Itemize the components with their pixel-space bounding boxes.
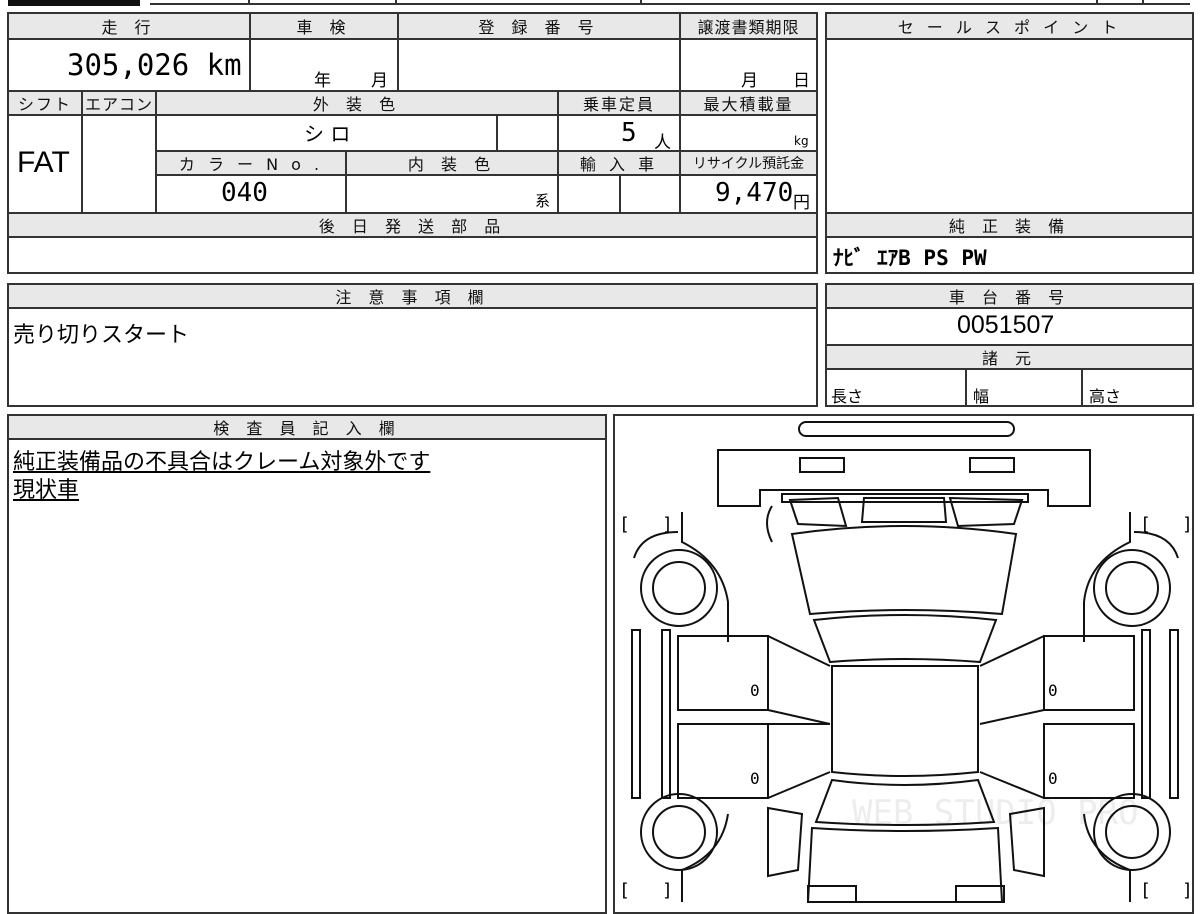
max-load-unit: kg	[794, 134, 809, 148]
exterior-color-value: シ ロ	[304, 122, 351, 146]
spec-height-label: 高さ	[1089, 387, 1122, 406]
car-body-diagram: 0 0 0 0 [ ] [ ] [ ] [ ] WEB STUDIO PRO	[619, 421, 1192, 903]
top-strip-tick	[1142, 0, 1144, 5]
sales-points-panel: セ ー ル ス ポ イ ン ト 純 正 装 備 ﾅﾋﾞ ｴｱB PS PW	[825, 12, 1194, 274]
color-no-header: カ ラ ー N o .	[157, 152, 345, 174]
later-parts-value	[9, 238, 816, 272]
door-mark-right-rear: 0	[1048, 769, 1058, 788]
inspector-note-line2: 現状車	[13, 478, 80, 503]
chassis-no-header: 車 台 番 号	[827, 285, 1192, 307]
inspection-year-label: 年	[314, 71, 331, 91]
inspector-panel: 検 査 員 記 入 欄 純正装備品の不具合はクレーム対象外です 現状車	[7, 414, 607, 914]
max-load-header: 最大積載量	[681, 92, 816, 114]
shift-header: シフト	[9, 92, 81, 114]
deadline-month-label: 月	[741, 71, 758, 91]
top-strip-tick	[1096, 0, 1098, 5]
capacity-value: 5	[621, 118, 637, 148]
bracket-left-top: [	[619, 514, 630, 535]
recycle-header: リサイクル預託金	[681, 152, 816, 174]
interior-color-suffix: 系	[535, 192, 551, 210]
bracket-left-top-b: [	[1140, 514, 1151, 535]
bracket-left-bottom-b: [	[1140, 880, 1151, 901]
door-mark-left-rear: 0	[750, 769, 760, 788]
registration-header: 登 録 番 号	[399, 14, 679, 38]
notes-value: 売り切りスタート	[13, 323, 190, 348]
sales-points-content	[827, 40, 1192, 212]
door-mark-left-front: 0	[750, 681, 760, 700]
recycle-unit: 円	[793, 193, 810, 213]
color-no-value: 040	[221, 178, 268, 208]
shift-value: FAT	[17, 146, 70, 179]
deadline-day-label: 日	[793, 71, 810, 91]
bracket-left-bottom: [	[619, 880, 630, 901]
vehicle-info-table: 走 行 車 検 登 録 番 号 譲渡書類期限 305,026 km 年 月 月 …	[7, 12, 818, 274]
import-header: 輸 入 車	[559, 152, 679, 174]
top-strip-tick	[248, 0, 250, 5]
bracket-right-top-b: ]	[1182, 514, 1192, 535]
inspection-month-label: 月	[371, 71, 388, 91]
aircon-header: エアコン	[83, 92, 155, 114]
genuine-equipment-header: 純 正 装 備	[827, 214, 1192, 236]
later-parts-header: 後 日 発 送 部 品	[9, 214, 816, 236]
notes-panel: 注 意 事 項 欄 売り切りスタート	[7, 283, 818, 407]
inspection-header: 車 検	[251, 14, 397, 38]
transfer-deadline-header: 譲渡書類期限	[681, 14, 816, 38]
mileage-header: 走 行	[9, 14, 249, 38]
inspector-header: 検 査 員 記 入 欄	[9, 416, 605, 438]
door-mark-right-front: 0	[1048, 681, 1058, 700]
bracket-right-bottom-a: ]	[662, 880, 673, 901]
car-diagram-panel: 0 0 0 0 [ ] [ ] [ ] [ ] WEB STUDIO PRO	[613, 414, 1194, 914]
spec-length-label: 長さ	[831, 387, 864, 406]
mileage-value: 305,026 km	[67, 48, 242, 82]
chassis-no-value: 0051507	[957, 311, 1055, 339]
spec-width-label: 幅	[973, 387, 990, 406]
chassis-panel: 車 台 番 号 0051507 諸 元 長さ 幅 高さ	[825, 283, 1194, 407]
watermark: WEB STUDIO PRO	[852, 793, 1139, 833]
interior-color-header: 内 装 色	[347, 152, 557, 174]
sales-points-header: セ ー ル ス ポ イ ン ト	[827, 14, 1192, 38]
notes-header: 注 意 事 項 欄	[9, 285, 816, 307]
bracket-right-top-a: ]	[662, 514, 673, 535]
top-strip-line	[150, 3, 1190, 5]
top-black-tab	[8, 0, 140, 6]
recycle-value: 9,470	[715, 178, 794, 208]
genuine-equipment-value: ﾅﾋﾞ ｴｱB PS PW	[833, 246, 987, 270]
specs-header: 諸 元	[827, 346, 1192, 368]
exterior-color-header: 外 装 色	[157, 92, 557, 114]
bracket-right-bottom-b: ]	[1182, 880, 1192, 901]
top-strip-tick	[395, 0, 397, 5]
top-strip-tick	[640, 0, 642, 5]
capacity-header: 乗車定員	[559, 92, 679, 114]
